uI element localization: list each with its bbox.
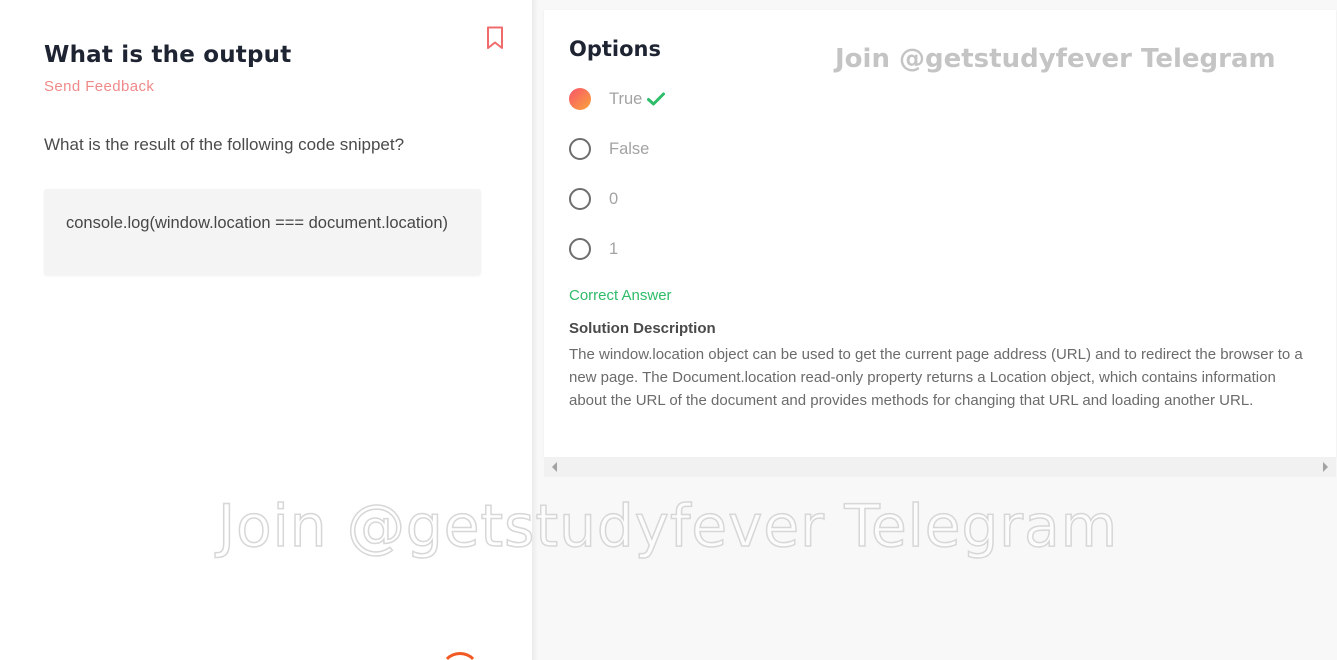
scroll-left-icon[interactable] [552,462,557,472]
options-title: Options [569,37,661,61]
solution-title: Solution Description [569,320,716,337]
code-snippet: console.log(window.location === document… [44,189,481,275]
checkmark-icon [647,92,666,106]
radio-selected-icon[interactable] [569,88,591,110]
loading-spinner-icon [440,652,480,660]
correct-answer-label: Correct Answer [569,287,672,304]
option-1[interactable]: 1 [569,236,618,262]
send-feedback-link[interactable]: Send Feedback [44,78,154,95]
radio-icon[interactable] [569,188,591,210]
radio-icon[interactable] [569,238,591,260]
scroll-right-icon[interactable] [1323,462,1328,472]
question-panel: What is the output Send Feedback What is… [0,0,532,660]
option-label: False [609,139,650,158]
options-card: Options True False 0 1 Correct Answer So… [544,10,1336,457]
bookmark-icon[interactable] [486,26,504,50]
solution-description: The window.location object can be used t… [569,346,1303,409]
option-label: 1 [609,239,619,258]
option-false[interactable]: False [569,136,649,162]
question-prompt: What is the result of the following code… [44,135,405,154]
question-title: What is the output [44,42,292,68]
horizontal-scrollbar[interactable] [544,457,1336,477]
option-true[interactable]: True [569,86,666,112]
radio-icon[interactable] [569,138,591,160]
panel-divider [532,0,538,660]
option-label: True [609,89,643,108]
option-label: 0 [609,189,619,208]
option-0[interactable]: 0 [569,186,618,212]
